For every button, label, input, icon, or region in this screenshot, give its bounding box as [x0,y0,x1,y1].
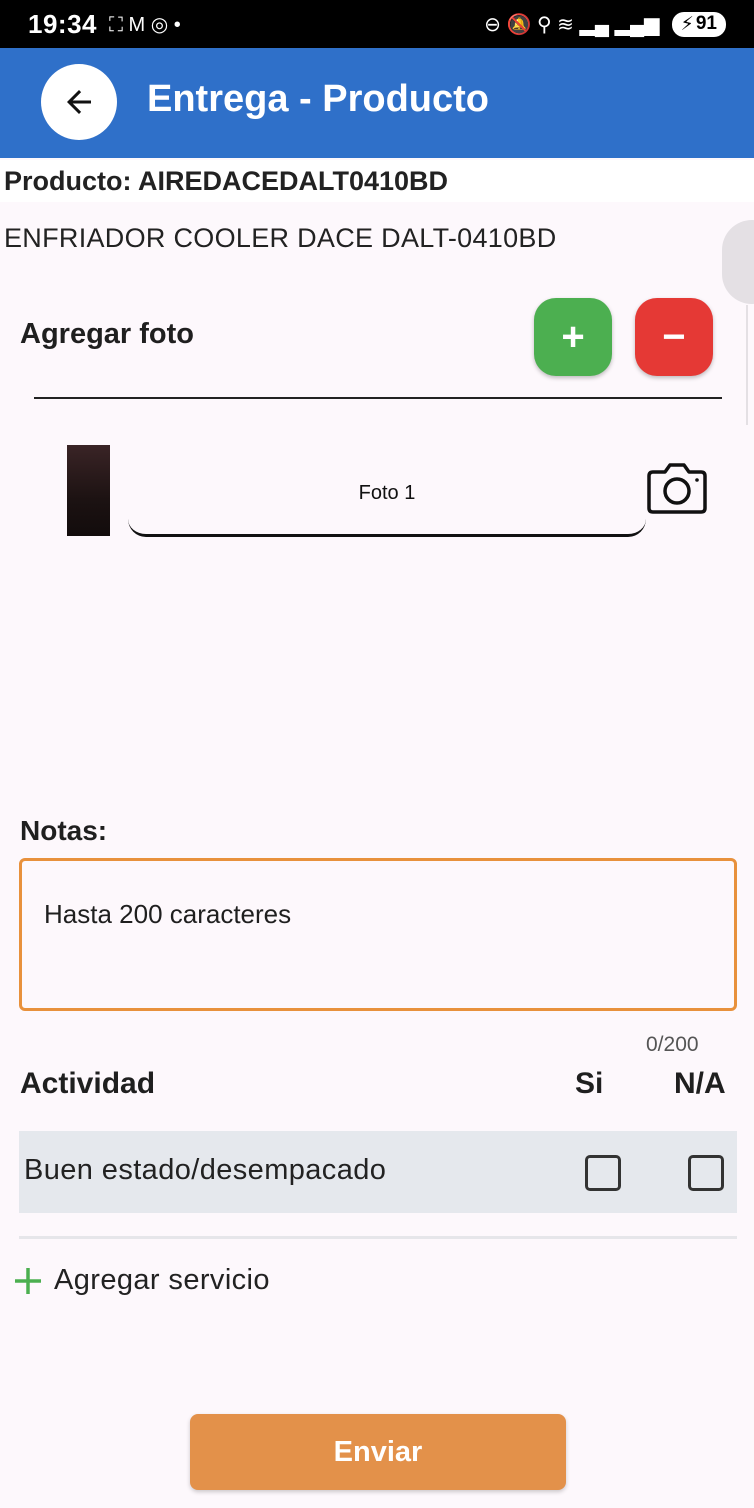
column-si-header: Si [575,1067,604,1100]
photo-field[interactable]: Foto 1 [128,452,646,537]
notes-label: Notas: [20,815,108,846]
add-photo-button[interactable]: + [534,298,612,376]
battery-level: 91 [695,13,717,34]
status-time: 19:34 [28,8,97,39]
plus-icon [15,1267,41,1294]
add-service-label: Agregar servicio [54,1264,270,1296]
section-divider [34,397,722,399]
scroll-track [746,305,754,425]
column-na-header: N/A [674,1067,726,1100]
notes-placeholder: Hasta 200 caracteres [44,899,292,929]
remove-photo-button[interactable]: − [635,298,713,376]
photo-thumbnail[interactable] [67,445,110,536]
charging-icon: ⚡ [680,13,694,35]
checkbox-si[interactable] [585,1155,621,1191]
camera-icon[interactable] [645,462,709,521]
arrow-left-icon [67,90,91,114]
status-notification-icons: ⛶ M ◎ • [109,13,181,36]
add-photo-label: Agregar foto [20,318,194,350]
activity-header: Actividad [20,1067,156,1100]
product-code: Producto: AIREDACEDALT0410BD [4,166,449,196]
submit-label: Enviar [333,1435,423,1468]
notes-input[interactable]: Hasta 200 caracteres [19,858,737,1011]
battery-indicator: ⚡ 91 [671,11,726,37]
back-button[interactable] [41,64,117,140]
activity-row: Buen estado/desempacado [19,1131,737,1213]
add-service-button[interactable]: Agregar servicio [12,1264,270,1297]
status-system-icons: ⊖ 🔕 ⚲ ≋ ▂▄ ▂▄▆ [484,13,660,36]
activity-label: Buen estado/desempacado [24,1154,387,1186]
page-title: Entrega - Producto [147,78,490,120]
photo-field-label: Foto 1 [358,481,416,504]
char-counter: 0/200 [646,1033,699,1056]
submit-button[interactable]: Enviar [190,1414,566,1490]
scroll-indicator[interactable] [722,220,754,304]
checkbox-na[interactable] [688,1155,724,1191]
product-description: ENFRIADOR COOLER DACE DALT-0410BD [4,223,557,253]
status-bar: 19:34 ⛶ M ◎ • ⊖ 🔕 ⚲ ≋ ▂▄ ▂▄▆ ⚡ 91 [0,0,754,48]
minus-icon: − [662,314,686,359]
row-divider [19,1236,737,1239]
app-bar: Entrega - Producto [0,48,754,158]
plus-icon: + [561,314,585,359]
